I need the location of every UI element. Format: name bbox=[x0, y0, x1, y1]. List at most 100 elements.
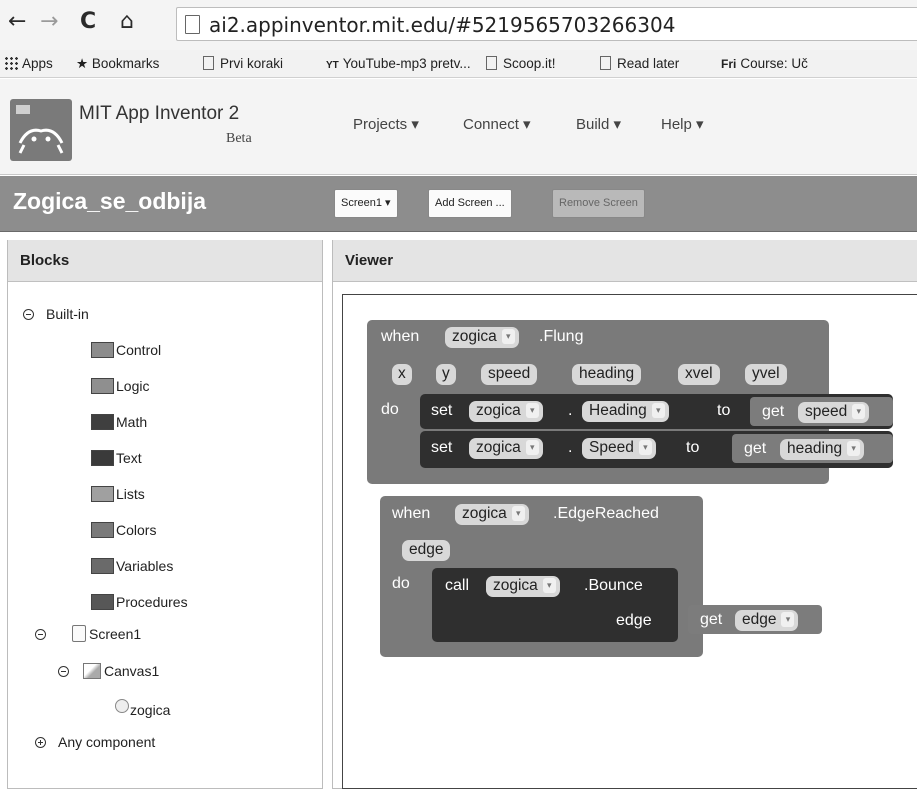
fri-icon: Fri bbox=[721, 57, 737, 71]
set-speed-set-label: set bbox=[431, 439, 453, 456]
drawer-text[interactable]: Text bbox=[91, 449, 142, 467]
text-swatch-icon bbox=[91, 450, 114, 466]
collapse-icon[interactable] bbox=[23, 309, 34, 320]
menu-connect[interactable]: Connect ▾ bbox=[463, 115, 531, 133]
drawer-procedures[interactable]: Procedures bbox=[91, 593, 188, 611]
page-icon bbox=[600, 56, 611, 70]
bookmarks-bar: Apps ★ Bookmarks Prvi koraki YT YouTube-m… bbox=[0, 50, 917, 78]
flung-event-label: .Flung bbox=[539, 328, 584, 345]
tree-screen1[interactable]: Screen1 bbox=[35, 625, 141, 643]
set-speed-to-label: to bbox=[686, 439, 700, 456]
set-heading-set-label: set bbox=[431, 402, 453, 419]
speed-property-dropdown[interactable]: Speed bbox=[582, 438, 656, 459]
forward-arrow-icon[interactable]: → bbox=[40, 10, 58, 34]
get-heading-label: get bbox=[744, 440, 767, 457]
bookmark-apps[interactable]: Apps bbox=[4, 55, 53, 73]
edge-when-label: when bbox=[392, 505, 431, 522]
get-speed-variable-dropdown[interactable]: speed bbox=[798, 402, 870, 423]
param-speed[interactable]: speed bbox=[481, 364, 538, 385]
collapse-icon[interactable] bbox=[58, 666, 69, 677]
browser-toolbar: ← → C ⌂ ai2.appinventor.mit.edu/#5219565… bbox=[0, 0, 917, 50]
param-x[interactable]: x bbox=[392, 364, 412, 385]
param-heading[interactable]: heading bbox=[572, 364, 642, 385]
tree-canvas1[interactable]: Canvas1 bbox=[58, 662, 159, 680]
apps-grid-icon bbox=[4, 56, 18, 70]
tree-zogica[interactable]: zogica bbox=[115, 699, 170, 719]
drawer-lists[interactable]: Lists bbox=[91, 485, 145, 503]
bookmark-scoop-it[interactable]: Scoop.it! bbox=[486, 55, 556, 73]
call-component-dropdown[interactable]: zogica bbox=[486, 576, 560, 597]
call-label: call bbox=[445, 577, 470, 594]
set-heading-component-dropdown[interactable]: zogica bbox=[469, 401, 543, 422]
edge-component-dropdown[interactable]: zogica bbox=[455, 504, 529, 525]
drawer-math[interactable]: Math bbox=[91, 413, 147, 431]
param-yvel[interactable]: yvel bbox=[745, 364, 787, 385]
heading-property-dropdown[interactable]: Heading bbox=[582, 401, 669, 422]
edge-do-label: do bbox=[392, 575, 410, 592]
project-name: Zogica_se_odbija bbox=[13, 188, 207, 214]
math-swatch-icon bbox=[91, 414, 114, 430]
bookmark-course[interactable]: Fri Course: Uč bbox=[721, 55, 808, 73]
app-inventor-logo-icon bbox=[10, 99, 72, 161]
url-text[interactable]: ai2.appinventor.mit.edu/#521956570326630… bbox=[209, 13, 675, 37]
page-icon bbox=[185, 15, 200, 34]
variables-swatch-icon bbox=[91, 558, 114, 574]
app-subtitle: Beta bbox=[226, 131, 252, 146]
collapse-icon[interactable] bbox=[35, 629, 46, 640]
back-arrow-icon[interactable]: ← bbox=[8, 10, 26, 34]
address-bar[interactable]: ai2.appinventor.mit.edu/#521956570326630… bbox=[176, 7, 917, 41]
app-header: MIT App Inventor 2 Beta Projects ▾ Conne… bbox=[0, 79, 917, 175]
bounce-edge-arg-label: edge bbox=[616, 612, 652, 629]
set-heading-dot: . bbox=[568, 402, 573, 419]
drawer-variables[interactable]: Variables bbox=[91, 557, 173, 575]
viewer-panel-title: Viewer bbox=[333, 240, 917, 282]
bookmark-bookmarks[interactable]: ★ Bookmarks bbox=[76, 55, 159, 73]
canvas-icon bbox=[83, 663, 101, 679]
set-heading-to-label: to bbox=[717, 402, 731, 419]
screen-dropdown[interactable]: Screen1 ▾ bbox=[334, 189, 398, 218]
drawer-colors[interactable]: Colors bbox=[91, 521, 156, 539]
project-bar: Zogica_se_odbija Screen1 ▾ Add Screen ..… bbox=[0, 176, 917, 232]
page-icon bbox=[486, 56, 497, 70]
bookmark-youtube-mp3[interactable]: YT YouTube-mp3 pretv... bbox=[326, 55, 471, 73]
control-swatch-icon bbox=[91, 342, 114, 358]
ball-sprite-icon bbox=[115, 699, 129, 713]
param-edge[interactable]: edge bbox=[402, 540, 451, 561]
procedures-swatch-icon bbox=[91, 594, 114, 610]
call-method-label: .Bounce bbox=[584, 577, 643, 594]
home-icon[interactable]: ⌂ bbox=[120, 10, 134, 34]
app-title: MIT App Inventor 2 bbox=[79, 103, 240, 124]
menu-projects[interactable]: Projects ▾ bbox=[353, 115, 419, 133]
set-speed-dot: . bbox=[568, 439, 573, 456]
flung-do-label: do bbox=[381, 401, 399, 418]
flung-component-dropdown[interactable]: zogica bbox=[445, 327, 519, 348]
lists-swatch-icon bbox=[91, 486, 114, 502]
tree-any-component[interactable]: Any component bbox=[35, 733, 155, 751]
page-icon bbox=[203, 56, 214, 70]
param-xvel[interactable]: xvel bbox=[678, 364, 720, 385]
reload-icon[interactable]: C bbox=[80, 10, 96, 34]
get-speed-label: get bbox=[762, 403, 785, 420]
blocks-panel-title: Blocks bbox=[8, 240, 322, 282]
param-y[interactable]: y bbox=[436, 364, 456, 385]
star-icon: ★ bbox=[76, 56, 92, 71]
bookmark-read-later[interactable]: Read later bbox=[600, 55, 679, 73]
menu-help[interactable]: Help ▾ bbox=[661, 115, 704, 133]
set-speed-component-dropdown[interactable]: zogica bbox=[469, 438, 543, 459]
colors-swatch-icon bbox=[91, 522, 114, 538]
menu-build[interactable]: Build ▾ bbox=[576, 115, 621, 133]
remove-screen-button[interactable]: Remove Screen bbox=[552, 189, 645, 218]
logic-swatch-icon bbox=[91, 378, 114, 394]
add-screen-button[interactable]: Add Screen ... bbox=[428, 189, 512, 218]
drawer-control[interactable]: Control bbox=[91, 341, 161, 359]
get-heading-variable-dropdown[interactable]: heading bbox=[780, 439, 865, 460]
flung-when-label: when bbox=[381, 328, 420, 345]
edge-event-label: .EdgeReached bbox=[553, 505, 659, 522]
tree-builtin[interactable]: Built-in bbox=[23, 305, 89, 323]
bookmark-prvi-koraki[interactable]: Prvi koraki bbox=[203, 55, 283, 73]
screen-icon bbox=[72, 625, 86, 642]
get-edge-variable-dropdown[interactable]: edge bbox=[735, 610, 799, 631]
expand-icon[interactable] bbox=[35, 737, 46, 748]
drawer-logic[interactable]: Logic bbox=[91, 377, 149, 395]
youtube-mp3-icon: YT bbox=[326, 60, 339, 71]
